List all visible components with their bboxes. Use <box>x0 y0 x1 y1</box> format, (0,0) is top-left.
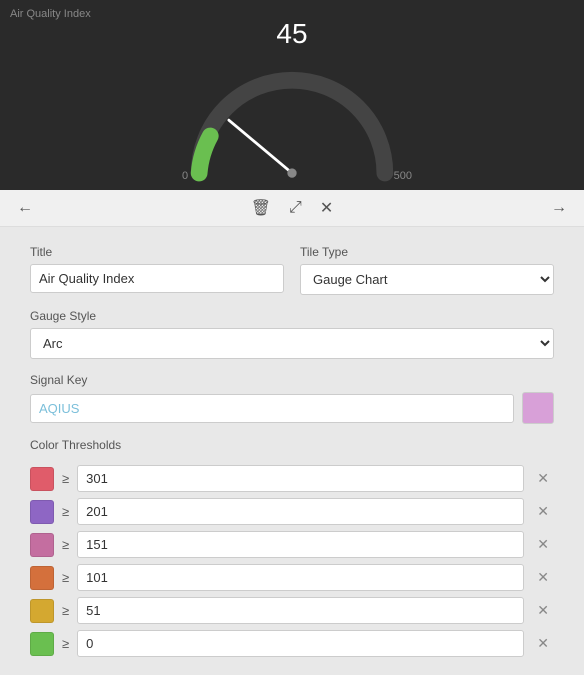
threshold-remove-button[interactable]: ✕ <box>532 468 554 489</box>
signal-key-group: Signal Key <box>30 373 554 424</box>
expand-button[interactable]: ⤢ <box>284 195 307 221</box>
gauge-container: 0 500 <box>162 57 422 187</box>
threshold-color-swatch[interactable] <box>30 500 54 524</box>
forward-button[interactable]: → <box>546 196 572 220</box>
title-label: Title <box>30 245 284 259</box>
threshold-color-swatch[interactable] <box>30 533 54 557</box>
toolbar-center: 🗑 ⤢ ✕ <box>246 195 339 221</box>
threshold-value-input[interactable] <box>77 630 524 657</box>
signal-key-label: Signal Key <box>30 373 554 387</box>
threshold-row: ≥ ✕ <box>30 531 554 558</box>
signal-key-input[interactable] <box>30 394 514 423</box>
threshold-remove-button[interactable]: ✕ <box>532 501 554 522</box>
threshold-row: ≥ ✕ <box>30 498 554 525</box>
threshold-gte: ≥ <box>62 537 69 552</box>
threshold-color-swatch[interactable] <box>30 599 54 623</box>
threshold-gte: ≥ <box>62 636 69 651</box>
threshold-gte: ≥ <box>62 504 69 519</box>
gauge-style-group: Gauge Style Arc Full Half <box>30 309 554 359</box>
threshold-gte: ≥ <box>62 471 69 486</box>
title-tiletype-row: Title Tile Type Gauge Chart Line Chart B… <box>30 245 554 295</box>
threshold-row: ≥ ✕ <box>30 564 554 591</box>
gauge-style-label: Gauge Style <box>30 309 554 323</box>
gauge-max: 500 <box>394 170 412 182</box>
threshold-value-input[interactable] <box>77 465 524 492</box>
tile-type-select[interactable]: Gauge Chart Line Chart Bar Chart <box>300 264 554 295</box>
signal-key-row <box>30 392 554 424</box>
threshold-color-swatch[interactable] <box>30 566 54 590</box>
gauge-value: 45 <box>276 18 307 50</box>
gauge-svg <box>162 57 422 187</box>
tile-type-label: Tile Type <box>300 245 554 259</box>
color-swatch-button[interactable] <box>522 392 554 424</box>
threshold-value-input[interactable] <box>77 498 524 525</box>
threshold-remove-button[interactable]: ✕ <box>532 534 554 555</box>
delete-button[interactable]: 🗑 <box>246 195 276 221</box>
tile-type-group: Tile Type Gauge Chart Line Chart Bar Cha… <box>300 245 554 295</box>
threshold-list: ≥ ✕ ≥ ✕ ≥ ✕ ≥ ✕ <box>30 465 554 657</box>
title-input[interactable] <box>30 264 284 293</box>
gauge-style-select[interactable]: Arc Full Half <box>30 328 554 359</box>
title-group: Title <box>30 245 284 295</box>
threshold-color-swatch[interactable] <box>30 632 54 656</box>
gauge-style-row: Gauge Style Arc Full Half <box>30 309 554 359</box>
toolbar: ← 🗑 ⤢ ✕ → <box>0 190 584 227</box>
threshold-value-input[interactable] <box>77 531 524 558</box>
back-button[interactable]: ← <box>12 196 38 220</box>
threshold-row: ≥ ✕ <box>30 597 554 624</box>
threshold-row: ≥ ✕ <box>30 465 554 492</box>
threshold-value-input[interactable] <box>77 564 524 591</box>
threshold-remove-button[interactable]: ✕ <box>532 633 554 654</box>
threshold-gte: ≥ <box>62 570 69 585</box>
threshold-color-swatch[interactable] <box>30 467 54 491</box>
threshold-remove-button[interactable]: ✕ <box>532 600 554 621</box>
gauge-min: 0 <box>182 170 188 182</box>
color-thresholds-group: Color Thresholds ≥ ✕ ≥ ✕ ≥ ✕ <box>30 438 554 657</box>
settings-panel: Title Tile Type Gauge Chart Line Chart B… <box>0 227 584 675</box>
color-thresholds-label: Color Thresholds <box>30 438 554 452</box>
close-button[interactable]: ✕ <box>315 195 338 221</box>
threshold-value-input[interactable] <box>77 597 524 624</box>
panel-label: Air Quality Index <box>10 8 91 20</box>
threshold-row: ≥ ✕ <box>30 630 554 657</box>
threshold-gte: ≥ <box>62 603 69 618</box>
gauge-panel: Air Quality Index 45 0 500 <box>0 0 584 190</box>
threshold-remove-button[interactable]: ✕ <box>532 567 554 588</box>
